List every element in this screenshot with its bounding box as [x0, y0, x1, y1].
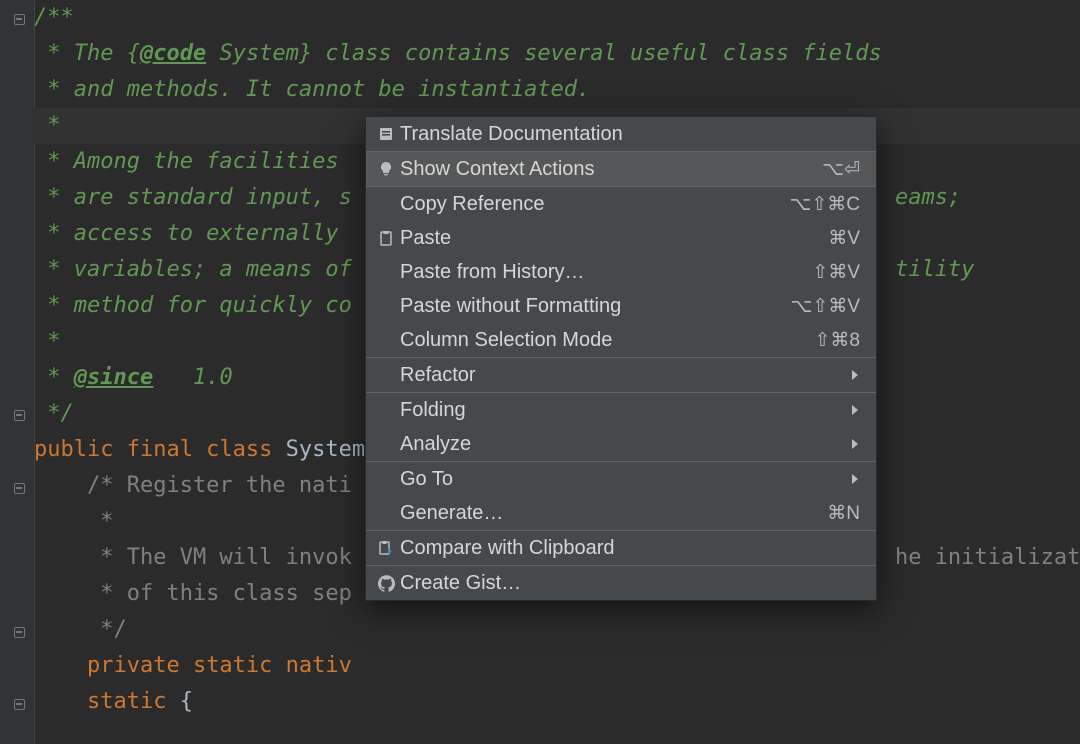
- document-icon: [372, 126, 400, 142]
- code-keyword: static: [87, 689, 180, 714]
- submenu-arrow-icon: [850, 369, 860, 381]
- menu-item-column-selection[interactable]: Column Selection Mode ⇧⌘8: [366, 323, 876, 357]
- menu-item-refactor[interactable]: Refactor: [366, 358, 876, 392]
- menu-item-copy-reference[interactable]: Copy Reference ⌥⇧⌘C: [366, 187, 876, 221]
- code-text: * of this class sep: [34, 581, 352, 606]
- compare-clipboard-icon: [372, 540, 400, 557]
- context-menu: Translate Documentation Show Context Act…: [365, 116, 877, 601]
- code-text: System} class contains several useful cl…: [206, 41, 882, 66]
- menu-item-folding[interactable]: Folding: [366, 393, 876, 427]
- fold-toggle-icon[interactable]: [13, 482, 25, 494]
- code-text: /**: [34, 5, 74, 30]
- code-text: * The VM will invok: [34, 545, 352, 570]
- menu-shortcut: ⌥⇧⌘C: [789, 193, 860, 216]
- menu-label: Analyze: [400, 433, 850, 456]
- menu-label: Refactor: [400, 364, 850, 387]
- fold-toggle-icon[interactable]: [13, 13, 25, 25]
- code-text: */: [34, 401, 74, 426]
- code-text: he initializati: [895, 545, 1080, 570]
- menu-label: Translate Documentation: [400, 123, 860, 146]
- code-text: *: [34, 509, 113, 534]
- code-text: * are standard input, s: [34, 185, 352, 210]
- menu-item-analyze[interactable]: Analyze: [366, 427, 876, 461]
- fold-toggle-icon[interactable]: [13, 626, 25, 638]
- menu-label: Paste: [400, 227, 828, 250]
- code-text: {: [180, 689, 193, 714]
- javadoc-tag: @since: [74, 365, 153, 390]
- menu-label: Show Context Actions: [400, 158, 822, 181]
- javadoc-tag: @code: [140, 41, 206, 66]
- code-text: [34, 689, 87, 714]
- code-text: tility: [895, 257, 974, 282]
- submenu-arrow-icon: [850, 473, 860, 485]
- menu-item-paste[interactable]: Paste ⌘V: [366, 221, 876, 255]
- code-text: * access to externally: [34, 221, 352, 246]
- menu-item-goto[interactable]: Go To: [366, 462, 876, 496]
- submenu-arrow-icon: [850, 404, 860, 416]
- fold-toggle-icon[interactable]: [13, 698, 25, 710]
- code-keyword: private static nativ: [87, 653, 352, 678]
- menu-label: Paste without Formatting: [400, 295, 791, 318]
- code-text: *: [34, 113, 61, 138]
- code-keyword: public final class: [34, 437, 286, 462]
- menu-item-compare-clipboard[interactable]: Compare with Clipboard: [366, 531, 876, 565]
- code-text: * method for quickly co: [34, 293, 352, 318]
- menu-label: Folding: [400, 399, 850, 422]
- menu-label: Copy Reference: [400, 193, 789, 216]
- menu-shortcut: ⌘V: [828, 227, 860, 250]
- code-text: /* Register the nati: [34, 473, 352, 498]
- menu-label: Generate…: [400, 502, 827, 525]
- editor-gutter: [0, 0, 35, 744]
- code-text: [34, 653, 87, 678]
- fold-toggle-icon[interactable]: [13, 409, 25, 421]
- code-text: * and methods. It cannot be instantiated…: [34, 77, 590, 102]
- menu-label: Go To: [400, 468, 850, 491]
- submenu-arrow-icon: [850, 438, 860, 450]
- menu-label: Create Gist…: [400, 572, 860, 595]
- menu-shortcut: ⌥⇧⌘V: [791, 295, 861, 318]
- menu-shortcut: ⇧⌘8: [815, 329, 861, 352]
- code-text: * variables; a means of: [34, 257, 352, 282]
- menu-shortcut: ⇧⌘V: [812, 261, 860, 284]
- clipboard-icon: [372, 230, 400, 246]
- code-text: */: [34, 617, 127, 642]
- lightbulb-icon: [372, 161, 400, 177]
- menu-label: Compare with Clipboard: [400, 537, 860, 560]
- menu-label: Paste from History…: [400, 261, 812, 284]
- menu-shortcut: ⌥⏎: [822, 158, 860, 181]
- github-icon: [372, 575, 400, 592]
- menu-item-create-gist[interactable]: Create Gist…: [366, 566, 876, 600]
- menu-item-paste-no-format[interactable]: Paste without Formatting ⌥⇧⌘V: [366, 289, 876, 323]
- menu-item-paste-history[interactable]: Paste from History… ⇧⌘V: [366, 255, 876, 289]
- code-text: 1.0: [153, 365, 232, 390]
- code-text: *: [34, 365, 74, 390]
- code-text: * Among the facilities: [34, 149, 352, 174]
- code-text: eams;: [895, 185, 961, 210]
- code-text: *: [34, 329, 61, 354]
- menu-shortcut: ⌘N: [827, 502, 860, 525]
- menu-label: Column Selection Mode: [400, 329, 815, 352]
- menu-item-translate[interactable]: Translate Documentation: [366, 117, 876, 151]
- code-text: * The {: [34, 41, 140, 66]
- menu-item-generate[interactable]: Generate… ⌘N: [366, 496, 876, 530]
- menu-item-show-context-actions[interactable]: Show Context Actions ⌥⏎: [366, 152, 876, 186]
